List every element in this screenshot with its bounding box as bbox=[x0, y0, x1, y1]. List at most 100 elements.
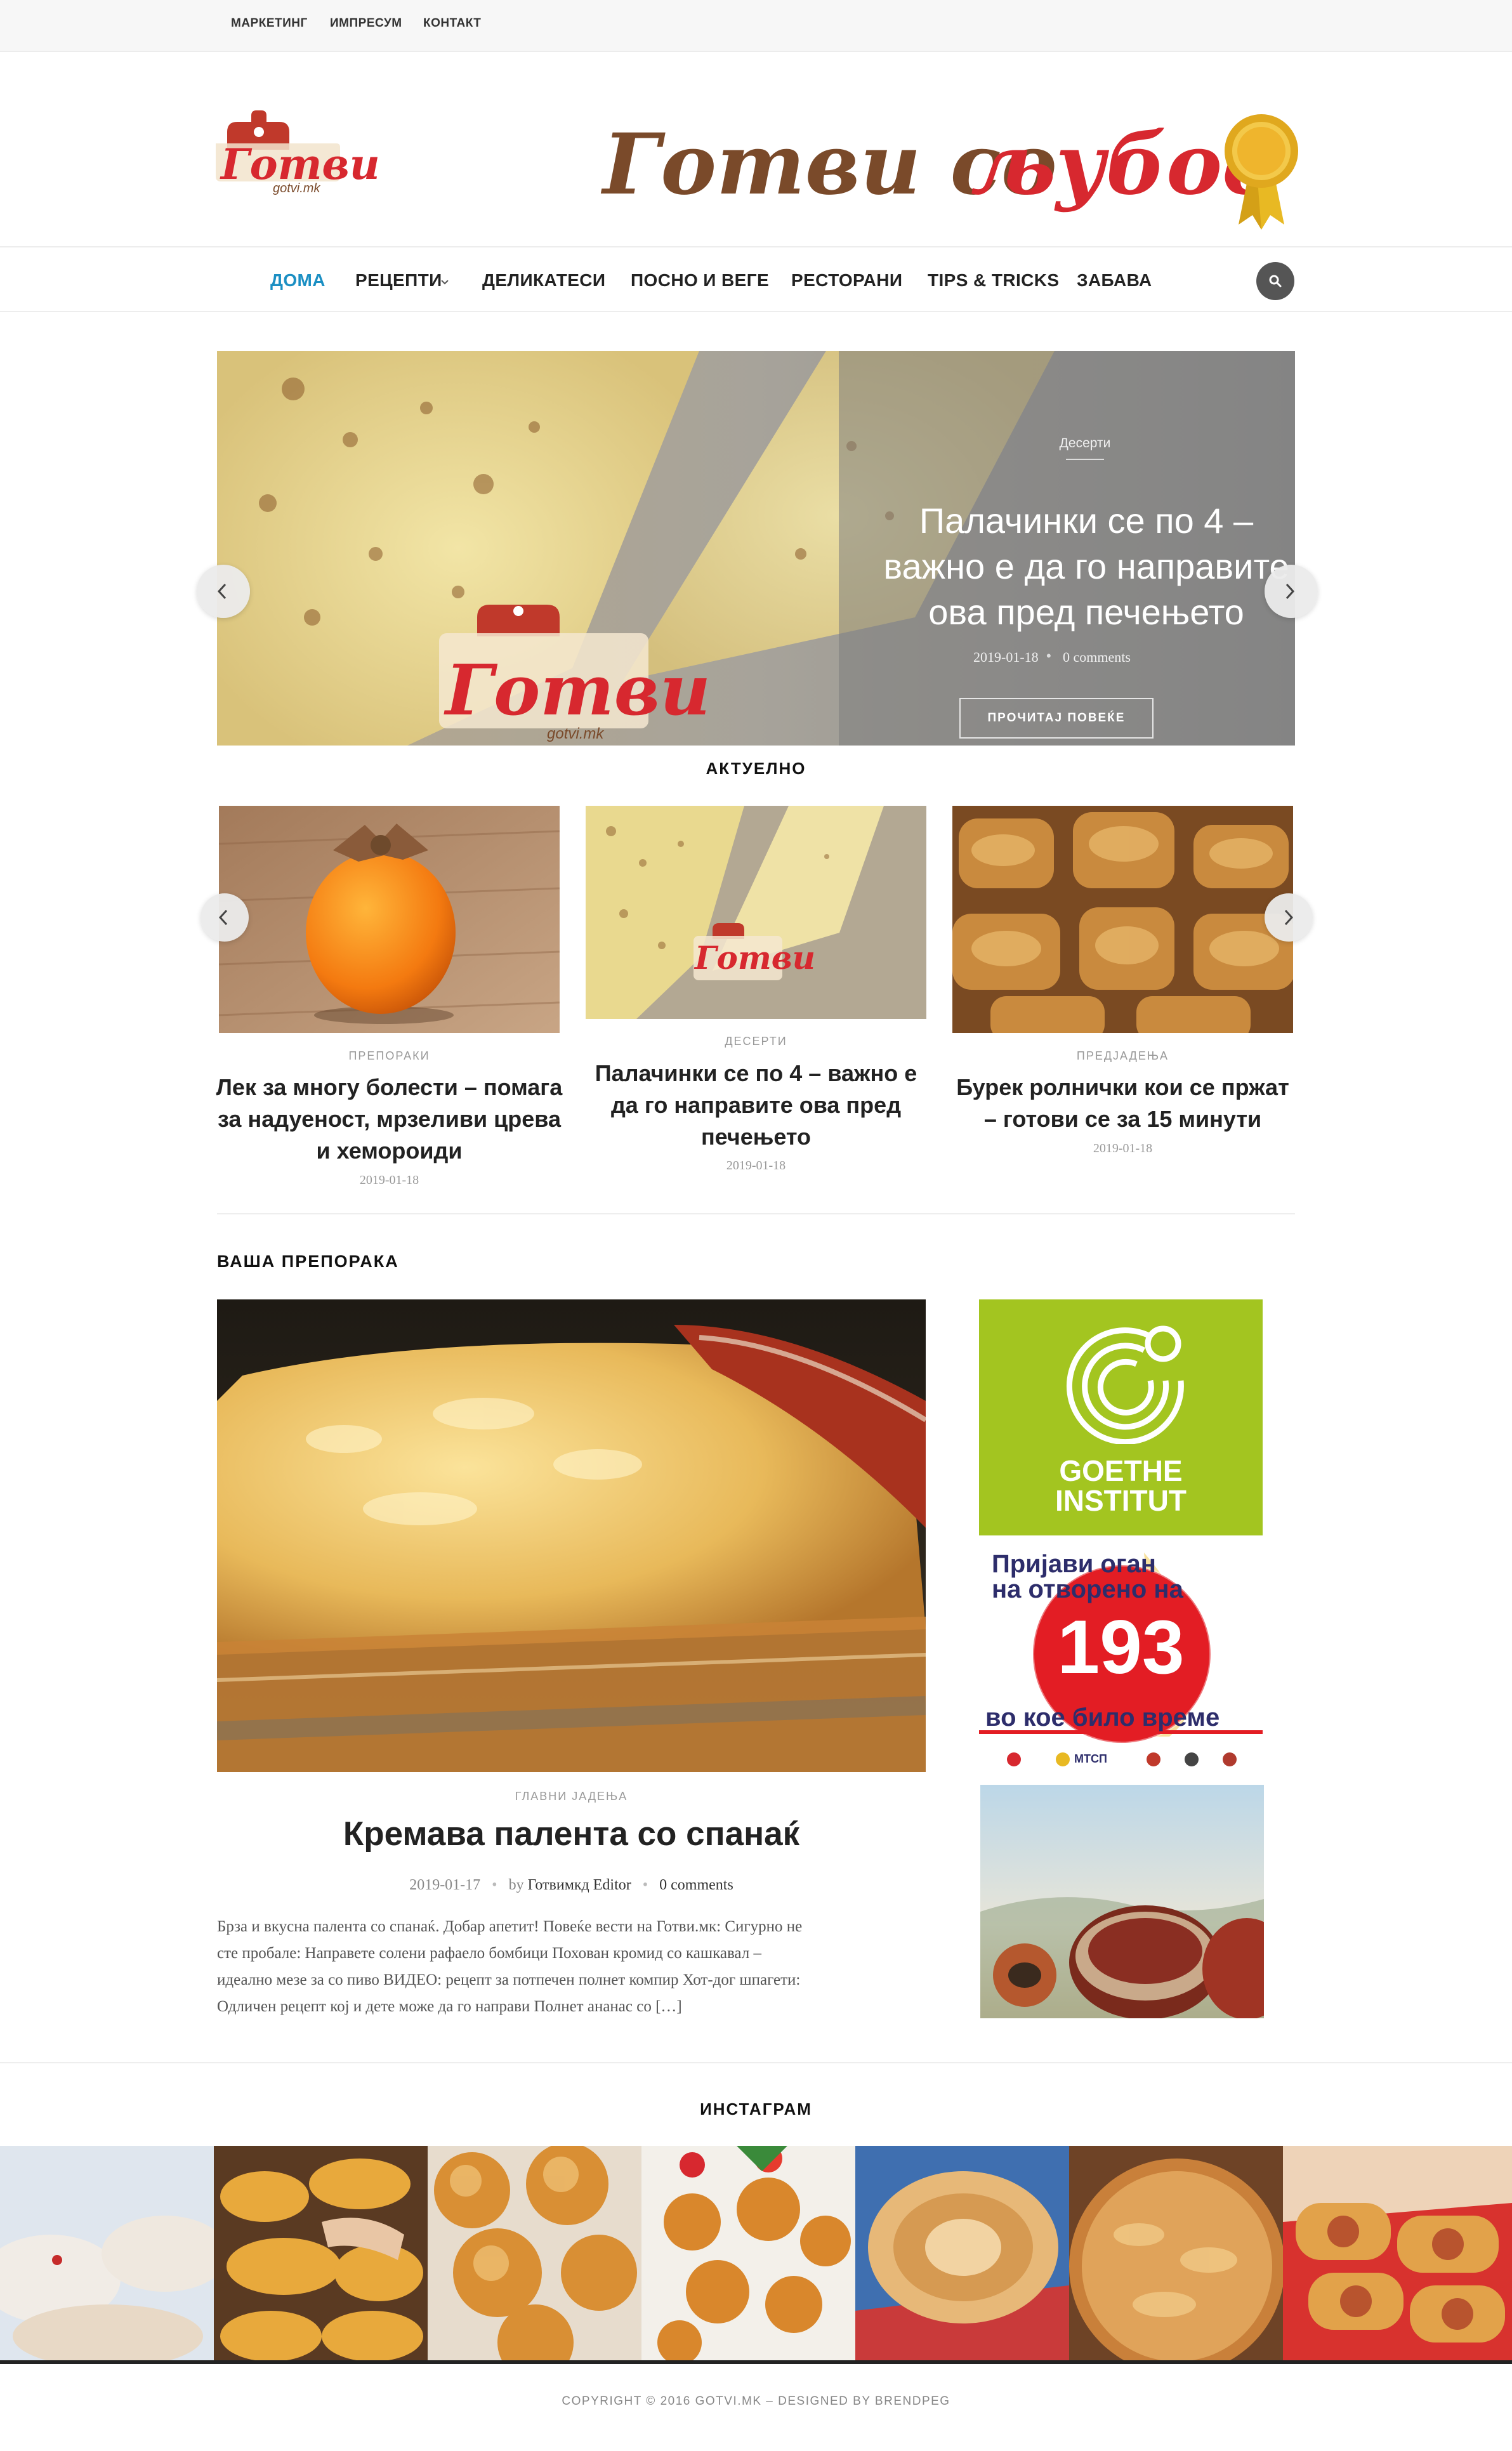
instagram-photo-hotdog-rolls bbox=[1283, 2146, 1512, 2360]
card-title[interactable]: Лек за многу болести – помага за надуено… bbox=[213, 1072, 566, 1167]
card-watermark-logo: Готви bbox=[695, 939, 815, 976]
instagram-photo-croissants bbox=[214, 2146, 428, 2360]
ad-fire-193[interactable]: Пријави оган на отворено на 193 во кое б… bbox=[979, 1546, 1263, 1775]
meta-dot: • bbox=[642, 1877, 648, 1893]
nav-item-delicacies[interactable]: ДЕЛИКАТЕСИ bbox=[482, 270, 605, 291]
featured-title[interactable]: Кремава палента со спанаќ bbox=[217, 1815, 926, 1853]
persimmon-image bbox=[219, 806, 560, 1033]
hero-category[interactable]: Десерти bbox=[1034, 436, 1136, 451]
main-nav: ДОМА РЕЦЕПТИ ДЕЛИКАТЕСИ ПОСНО И ВЕГЕ РЕС… bbox=[0, 246, 1512, 312]
fire-ad-org: МТСП bbox=[1074, 1752, 1107, 1765]
instagram-photo[interactable] bbox=[641, 2146, 855, 2360]
search-icon bbox=[1269, 275, 1282, 287]
instagram-photo[interactable] bbox=[0, 2146, 214, 2360]
card-category[interactable]: ДЕСЕРТИ bbox=[586, 1035, 926, 1048]
nav-item-tips[interactable]: TIPS & TRICKS bbox=[928, 270, 1059, 291]
card-title-line: Палачинки се по 4 – важно е bbox=[595, 1060, 917, 1086]
nav-item-fun[interactable]: ЗАБАВА bbox=[1077, 270, 1152, 291]
card-category[interactable]: ПРЕПОРАКИ bbox=[219, 1049, 560, 1063]
header-banner: Готви со љубов bbox=[603, 110, 1301, 231]
card-title-line: печењето bbox=[700, 1124, 812, 1150]
burek-image bbox=[952, 806, 1293, 1033]
featured-excerpt: Брза и вкусна палента со спанаќ. Добар а… bbox=[217, 1914, 926, 2020]
goethe-text-line-1: GOETHE bbox=[1059, 1454, 1183, 1487]
hero-slider[interactable]: Готви gotvi.mk Десерти Палачинки се по 4… bbox=[217, 351, 1295, 746]
chevron-left-icon bbox=[217, 583, 227, 600]
hero-next-button[interactable] bbox=[1265, 565, 1318, 618]
ad-image-product[interactable] bbox=[980, 1785, 1264, 2018]
instagram-photo[interactable] bbox=[428, 2146, 641, 2360]
hero-comments[interactable]: 0 comments bbox=[1063, 649, 1131, 666]
instagram-photo[interactable] bbox=[1069, 2146, 1283, 2360]
card-title-line: и хемороиди bbox=[316, 1138, 463, 1164]
card-image-crepes[interactable]: Готви bbox=[586, 806, 926, 1019]
hero-date: 2019-01-18 bbox=[973, 649, 1039, 665]
excerpt-line: сте пробале: Направете солени рафаело бо… bbox=[217, 1945, 761, 1962]
card-title[interactable]: Палачинки се по 4 – важно е да го направ… bbox=[579, 1058, 933, 1153]
instagram-feed bbox=[0, 2146, 1512, 2362]
card-title[interactable]: Бурек ролнички кои се пржат – готови се … bbox=[946, 1072, 1299, 1135]
instagram-photo[interactable] bbox=[855, 2146, 1069, 2360]
instagram-photo[interactable] bbox=[214, 2146, 428, 2360]
chevron-right-icon bbox=[1284, 909, 1294, 926]
card-category[interactable]: ПРЕДЈАДЕЊА bbox=[952, 1049, 1293, 1063]
featured-post-image[interactable] bbox=[217, 1299, 926, 1772]
nav-item-home[interactable]: ДОМА bbox=[270, 270, 325, 291]
crepes-image bbox=[586, 806, 926, 1019]
section-divider bbox=[0, 2062, 1512, 2063]
top-link-marketing[interactable]: МАРКЕТИНГ bbox=[231, 16, 308, 30]
nav-item-restaurants[interactable]: РЕСТОРАНИ bbox=[791, 270, 902, 291]
chevron-left-icon bbox=[218, 909, 228, 926]
card-date: 2019-01-18 bbox=[726, 1159, 786, 1173]
fire-ad-line-2: на отворено на bbox=[992, 1575, 1183, 1603]
hero-title-line-3: ова пред печењето bbox=[928, 592, 1244, 632]
featured-author-prefix: by bbox=[508, 1877, 524, 1893]
ad-goethe-institut[interactable]: GOETHE INSTITUT bbox=[979, 1299, 1263, 1535]
hero-prev-button[interactable] bbox=[197, 565, 250, 618]
card-image-burek[interactable] bbox=[952, 806, 1293, 1033]
polenta-image bbox=[217, 1299, 926, 1772]
excerpt-line: Одличен рецепт кој и дете може да го нап… bbox=[217, 1998, 682, 2015]
instagram-photo[interactable] bbox=[1283, 2146, 1512, 2360]
card-date: 2019-01-18 bbox=[359, 1173, 419, 1187]
hero-title-line-1: Палачинки се по 4 – bbox=[919, 501, 1254, 541]
hero-watermark-logo: Готви bbox=[445, 649, 711, 731]
chevron-right-icon bbox=[1285, 583, 1295, 600]
hero-title[interactable]: Палачинки се по 4 – важно е да го направ… bbox=[826, 498, 1295, 635]
instagram-photo-pie bbox=[1069, 2146, 1283, 2360]
nav-item-vegan[interactable]: ПОСНО И ВЕГЕ bbox=[631, 270, 769, 291]
card-title-line: да го направите ова пред bbox=[610, 1092, 902, 1118]
featured-meta: 2019-01-17 • by Готвимкд Editor • 0 comm… bbox=[217, 1877, 926, 1894]
card-title-line: Бурек ролнички кои се пржат bbox=[956, 1074, 1289, 1100]
featured-category[interactable]: ГЛАВНИ ЈАДЕЊА bbox=[217, 1790, 926, 1803]
footer-copyright: COPYRIGHT © 2016 GOTVI.MK – DESIGNED BY … bbox=[562, 2395, 950, 2408]
top-link-contact[interactable]: КОНТАКТ bbox=[423, 16, 481, 30]
excerpt-line: Брза и вкусна палента со спанаќ. Добар а… bbox=[217, 1918, 803, 1935]
section-divider bbox=[217, 1213, 1295, 1214]
top-link-impressum[interactable]: ИМПРЕСУМ bbox=[330, 16, 402, 30]
chevron-down-icon bbox=[441, 280, 449, 285]
carousel-prev-button[interactable] bbox=[201, 893, 249, 942]
site-logo[interactable]: Готви gotvi.mk bbox=[216, 110, 380, 199]
award-badge-icon bbox=[1225, 114, 1298, 230]
card-title-line: за надуеност, мрзеливи црева bbox=[218, 1106, 561, 1132]
featured-comments[interactable]: 0 comments bbox=[659, 1877, 733, 1893]
nav-item-recipes[interactable]: РЕЦЕПТИ bbox=[355, 270, 442, 291]
section-title-aktuelno: АКТУЕЛНО bbox=[706, 759, 806, 778]
hero-divider bbox=[1066, 459, 1104, 460]
excerpt-line: идеално мезе за со пиво ВИДЕО: рецепт за… bbox=[217, 1971, 801, 1988]
search-button[interactable] bbox=[1256, 262, 1294, 300]
instagram-photo-cauliflower bbox=[641, 2146, 855, 2360]
featured-author[interactable]: Готвимкд Editor bbox=[528, 1877, 631, 1893]
fire-ad-line-3: во кое било време bbox=[985, 1704, 1220, 1731]
section-title-recommend: ВАША ПРЕПОРАКА bbox=[217, 1252, 399, 1271]
instagram-photo-donuts bbox=[0, 2146, 214, 2360]
goethe-text-line-2: INSTITUT bbox=[1055, 1484, 1187, 1517]
product-ad-image bbox=[980, 1785, 1264, 2018]
carousel-next-button[interactable] bbox=[1265, 893, 1313, 942]
site-header: Готви gotvi.mk Готви со љубов bbox=[0, 52, 1512, 246]
read-more-button[interactable]: ПРОЧИТАЈ ПОВЕЌЕ bbox=[959, 698, 1154, 739]
instagram-photo-bread bbox=[855, 2146, 1069, 2360]
fire-ad-line-1: Пријави оган bbox=[992, 1550, 1156, 1578]
card-image-persimmon[interactable] bbox=[219, 806, 560, 1033]
